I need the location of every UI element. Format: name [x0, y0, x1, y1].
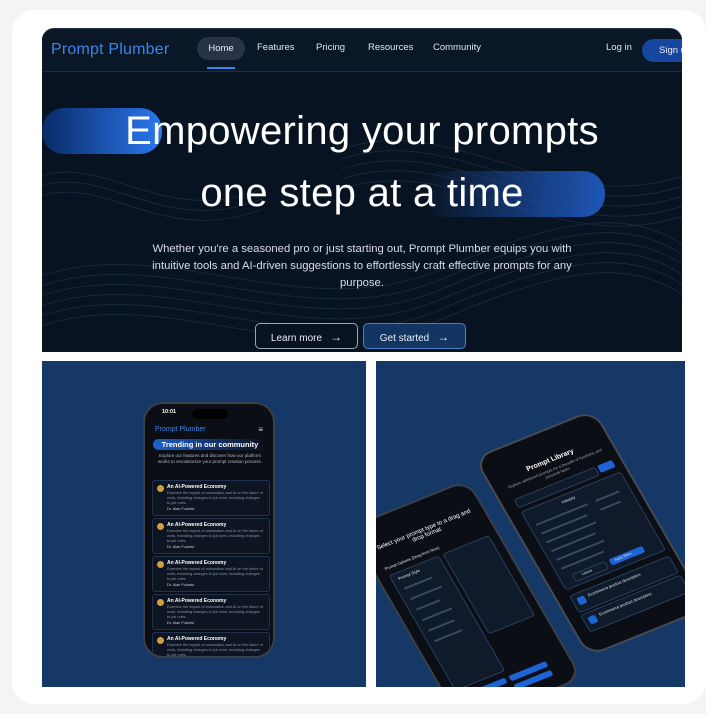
item-title: An AI-Powered Economy	[167, 484, 227, 490]
item-body: Examine the impact of automation and AI …	[167, 491, 263, 505]
status-time: 10:01	[162, 409, 177, 415]
grid-icon	[576, 595, 588, 606]
industry-label: Industry	[560, 494, 577, 505]
filter-option[interactable]	[599, 500, 622, 511]
item-title: An AI-Powered Economy	[167, 636, 227, 642]
login-link[interactable]: Log in	[606, 42, 632, 53]
phone-logo: Prompt Plumber	[155, 426, 206, 433]
hero-headline-line2: one step at a time	[200, 171, 524, 215]
item-title: An AI-Powered Economy	[167, 598, 227, 604]
filter-option[interactable]	[545, 521, 597, 544]
search-button[interactable]	[596, 459, 616, 473]
filter-option[interactable]	[555, 539, 605, 561]
nav-features[interactable]: Features	[257, 42, 295, 53]
option-line	[415, 599, 441, 611]
apply-label: Apply filters	[613, 551, 633, 562]
hero-headline-line1: Empowering your prompts	[125, 109, 599, 153]
item-body: Examine the impact of automation and AI …	[167, 529, 263, 543]
avatar-icon	[157, 485, 164, 492]
list-item[interactable]: An AI-Powered Economy Examine the impact…	[152, 594, 270, 630]
option-line	[403, 576, 433, 590]
option-line	[433, 629, 463, 643]
arrow-right-icon: →	[437, 330, 450, 344]
item-author: Dr. Alan Futurist	[167, 507, 195, 511]
list-item[interactable]: An AI-Powered Economy Examine the impact…	[152, 556, 270, 592]
active-indicator	[207, 67, 235, 69]
hamburger-icon[interactable]: ≡	[258, 425, 263, 434]
hero-subtext: Whether you're a seasoned pro or just st…	[152, 243, 572, 289]
avatar-icon	[157, 637, 164, 644]
tilted-mockup-panel: Select your prompt type to a drag and dr…	[376, 361, 685, 687]
top-nav: Prompt Plumber Home Features Pricing Res…	[42, 29, 682, 72]
hero-section: Prompt Plumber Home Features Pricing Res…	[42, 28, 682, 352]
item-body: Examine the impact of automation and AI …	[167, 605, 263, 619]
option-line	[409, 585, 443, 601]
learn-more-label: Learn more	[270, 333, 323, 344]
cancel-label: Cancel	[580, 568, 593, 577]
nav-resources[interactable]: Resources	[368, 42, 413, 53]
item-author: Dr. Alan Futurist	[167, 621, 195, 625]
list-item[interactable]: An AI-Powered Economy Examine the impact…	[152, 480, 270, 516]
item-title: An AI-Powered Economy	[167, 522, 227, 528]
option-line	[427, 619, 455, 632]
trending-description: Explore our features and discover how ou…	[157, 453, 263, 464]
list-item[interactable]: An AI-Powered Economy Examine the impact…	[152, 518, 270, 554]
option-line	[421, 607, 453, 622]
item-author: Dr. Alan Futurist	[167, 545, 195, 549]
nav-pricing[interactable]: Pricing	[316, 42, 345, 53]
brand-logo[interactable]: Prompt Plumber	[51, 41, 169, 59]
get-started-label: Get started	[379, 333, 430, 344]
cancel-button[interactable]: Cancel	[571, 560, 610, 583]
filter-option[interactable]	[594, 490, 621, 502]
apply-filters-button[interactable]: Apply filters	[608, 545, 646, 566]
dynamic-island	[192, 409, 228, 419]
arrow-right-icon: →	[330, 330, 343, 344]
item-author: Dr. Alan Futurist	[167, 583, 195, 587]
signup-button[interactable]: Sign u	[642, 39, 682, 62]
list-item[interactable]: An AI-Powered Economy Examine the impact…	[152, 632, 270, 657]
avatar-icon	[157, 599, 164, 606]
phone-mockup-community: 10:01 Prompt Plumber ≡ Trending in our c…	[143, 402, 275, 658]
get-started-button[interactable]: Get started →	[363, 323, 466, 349]
nav-home[interactable]: Home	[197, 37, 245, 60]
item-title: An AI-Powered Economy	[167, 560, 227, 566]
filter-option[interactable]	[535, 503, 589, 526]
avatar-icon	[157, 561, 164, 568]
nav-community[interactable]: Community	[433, 42, 481, 53]
item-body: Examine the impact of automation and AI …	[167, 567, 263, 581]
item-body: Examine the impact of automation and AI …	[167, 643, 263, 657]
learn-more-button[interactable]: Learn more →	[255, 323, 358, 349]
filter-option[interactable]	[550, 532, 597, 553]
filter-option[interactable]	[540, 514, 588, 535]
grid-icon	[587, 614, 599, 625]
prompt-style-label: Prompt Style	[397, 567, 421, 581]
mobile-mockup-panel: 10:01 Prompt Plumber ≡ Trending in our c…	[42, 361, 366, 687]
avatar-icon	[157, 523, 164, 530]
trending-heading: Trending in our community	[153, 439, 267, 450]
